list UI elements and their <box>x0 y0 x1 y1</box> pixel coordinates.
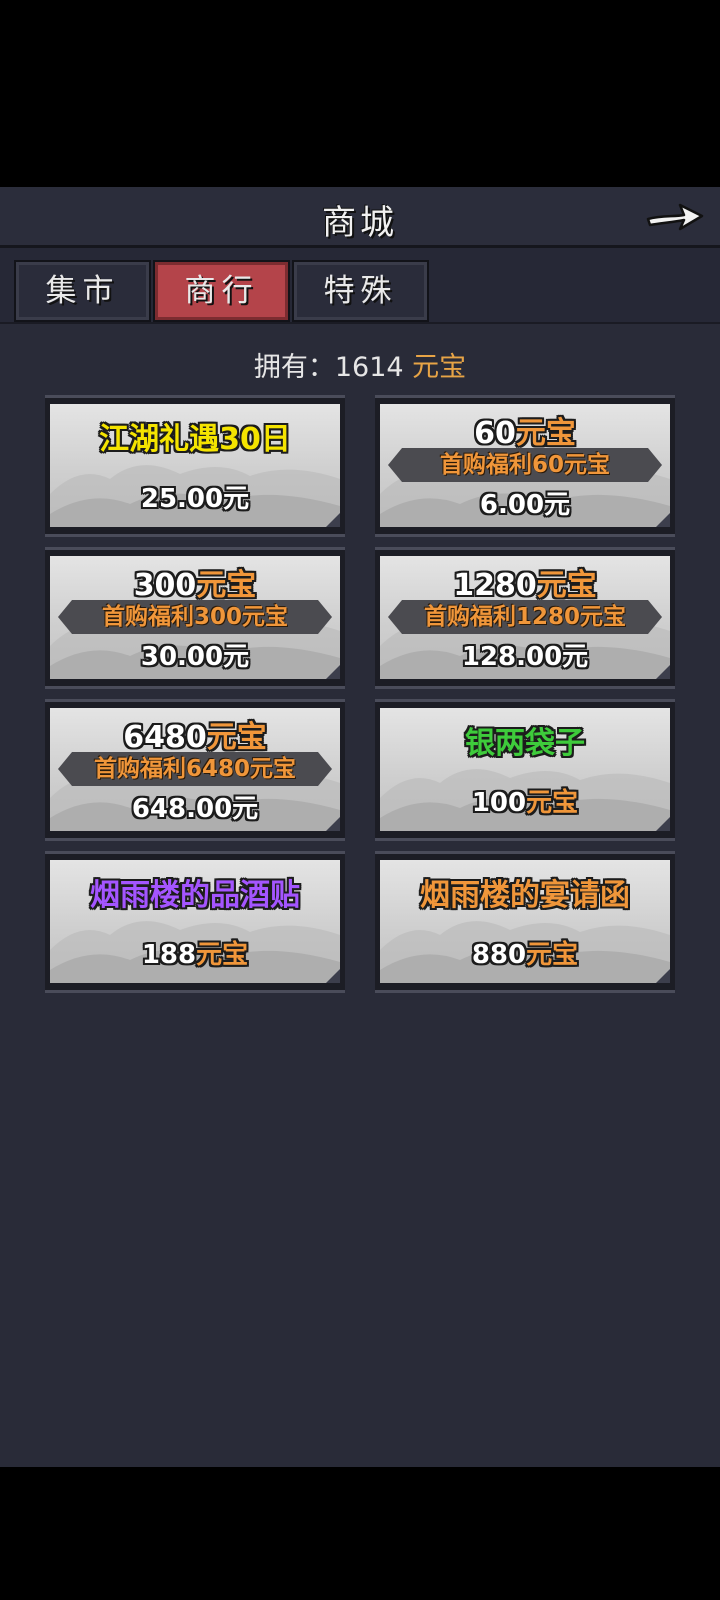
balance-amount: 1614 <box>334 352 404 383</box>
product-name: 1280元宝 <box>453 568 597 603</box>
product-name: 60元宝 <box>474 416 576 451</box>
product-card-silver-bag[interactable]: 银两袋子 100元宝 <box>375 699 675 841</box>
first-purchase-banner: 首购福利6480元宝 <box>58 752 332 786</box>
product-name: 6480元宝 <box>123 720 267 755</box>
product-price: 100元宝 <box>471 788 579 818</box>
card-corner <box>656 817 670 831</box>
product-card-1280-yuanbao[interactable]: 1280元宝 首购福利1280元宝 128.00元 <box>375 547 675 689</box>
product-name: 烟雨楼的宴请函 <box>420 878 630 913</box>
card-corner <box>326 513 340 527</box>
card-corner <box>326 665 340 679</box>
first-purchase-banner: 首购福利1280元宝 <box>388 600 662 634</box>
product-card-6480-yuanbao[interactable]: 6480元宝 首购福利6480元宝 648.00元 <box>45 699 345 841</box>
product-price: 880元宝 <box>471 940 579 970</box>
tab-shop[interactable]: 商行 <box>153 260 290 322</box>
card-corner <box>656 969 670 983</box>
product-price: 25.00元 <box>140 484 250 514</box>
product-name: 银两袋子 <box>465 726 585 761</box>
card-corner <box>656 513 670 527</box>
card-background: 1280元宝 首购福利1280元宝 128.00元 <box>380 556 670 679</box>
product-price: 30.00元 <box>140 642 250 672</box>
tab-special[interactable]: 特殊 <box>292 260 429 322</box>
tab-market[interactable]: 集市 <box>14 260 151 322</box>
card-corner <box>326 969 340 983</box>
shop-panel: 商城 集市 商行 特殊 拥有：1614 元宝 江湖礼遇30日 25.00元 60… <box>0 187 720 1467</box>
card-background: 江湖礼遇30日 25.00元 <box>50 404 340 527</box>
first-purchase-banner: 首购福利60元宝 <box>388 448 662 482</box>
product-card-vip-30[interactable]: 江湖礼遇30日 25.00元 <box>45 395 345 537</box>
card-corner <box>326 817 340 831</box>
card-background: 烟雨楼的宴请函 880元宝 <box>380 860 670 983</box>
card-background: 银两袋子 100元宝 <box>380 708 670 831</box>
product-price: 6.00元 <box>479 490 571 520</box>
card-corner <box>656 665 670 679</box>
balance-currency: 元宝 <box>412 352 467 383</box>
title-bar: 商城 <box>0 187 720 248</box>
product-price: 128.00元 <box>461 642 589 672</box>
page-title: 商城 <box>322 203 398 243</box>
product-card-banquet-invite[interactable]: 烟雨楼的宴请函 880元宝 <box>375 851 675 993</box>
card-background: 6480元宝 首购福利6480元宝 648.00元 <box>50 708 340 831</box>
balance-line: 拥有：1614 元宝 <box>0 345 720 384</box>
product-name: 烟雨楼的品酒贴 <box>90 878 300 913</box>
product-name: 300元宝 <box>133 568 257 603</box>
product-price: 188元宝 <box>141 940 249 970</box>
product-card-60-yuanbao[interactable]: 60元宝 首购福利60元宝 6.00元 <box>375 395 675 537</box>
balance-prefix: 拥有： <box>253 352 335 383</box>
product-price: 648.00元 <box>131 794 259 824</box>
card-background: 烟雨楼的品酒贴 188元宝 <box>50 860 340 983</box>
card-background: 300元宝 首购福利300元宝 30.00元 <box>50 556 340 679</box>
right-arrow-icon[interactable] <box>644 195 706 237</box>
product-card-wine-invite[interactable]: 烟雨楼的品酒贴 188元宝 <box>45 851 345 993</box>
card-background: 60元宝 首购福利60元宝 6.00元 <box>380 404 670 527</box>
product-card-300-yuanbao[interactable]: 300元宝 首购福利300元宝 30.00元 <box>45 547 345 689</box>
first-purchase-banner: 首购福利300元宝 <box>58 600 332 634</box>
product-name: 江湖礼遇30日 <box>99 422 291 457</box>
